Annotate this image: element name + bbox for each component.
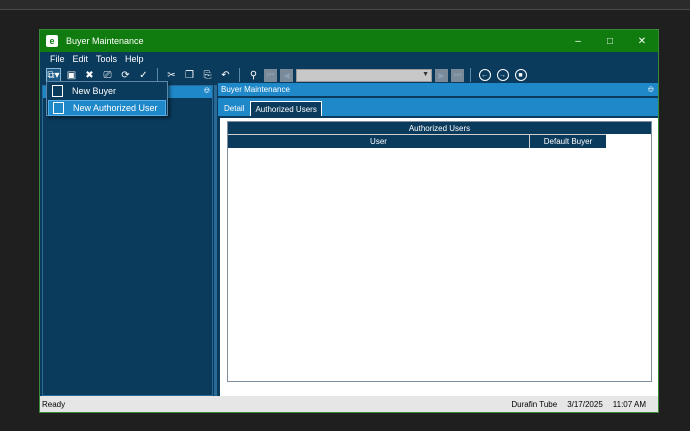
window-controls: – □ ✕ [562,30,658,52]
record-combo[interactable]: ▼ [296,68,432,82]
pin-icon[interactable]: ⎊ [648,85,654,95]
column-header-default-buyer[interactable]: Default Buyer [530,134,606,148]
menu-item-new-authorized-user[interactable]: New Authorized User [48,100,166,116]
status-text: Ready [42,399,66,409]
pin-icon[interactable]: ⎊ [204,86,210,96]
status-date: 3/17/2025 [567,399,603,409]
tab-authorized-users[interactable]: Authorized Users [250,101,322,116]
menu-item-label: New Buyer [72,86,117,96]
menu-bar: File Edit Tools Help [40,52,658,66]
previous-record-icon[interactable]: ◀ [280,68,293,82]
menu-item-new-buyer[interactable]: New Buyer [48,83,166,99]
column-header-user[interactable]: User [228,134,530,148]
maximize-icon[interactable]: □ [594,30,626,52]
minimize-icon[interactable]: – [562,30,594,52]
copy-icon[interactable]: ❐ [182,68,197,83]
toolbar-separator [239,68,240,82]
right-pane-title: Buyer Maintenance [221,85,290,94]
authorized-users-grid[interactable]: Authorized Users User Default Buyer [227,121,652,382]
title-bar[interactable]: e Buyer Maintenance – □ ✕ [40,30,658,52]
grid-column-headers: User Default Buyer [228,134,651,148]
toolbar-separator [470,68,471,82]
status-bar: Ready Durafin Tube 3/17/2025 11:07 AM [40,396,658,412]
close-icon[interactable]: ✕ [626,30,658,52]
next-record-icon[interactable]: ▶ [435,68,448,82]
status-time: 11:07 AM [612,399,646,409]
background-app-strip [0,0,690,10]
menu-item-label: New Authorized User [73,103,158,113]
app-icon: e [46,35,58,47]
first-record-icon[interactable]: ⏮ [264,68,277,82]
menu-edit[interactable]: Edit [73,54,89,64]
tab-strip: Detail Authorized Users [218,98,658,116]
toolbar-separator [157,68,158,82]
menu-tools[interactable]: Tools [96,54,117,64]
status-company: Durafin Tube [511,399,558,409]
menu-file[interactable]: File [50,54,65,64]
last-record-icon[interactable]: ⏭ [451,68,464,82]
right-detail-pane: Buyer Maintenance ⎊ Detail Authorized Us… [218,83,658,396]
search-icon[interactable]: ⚲ [246,68,261,83]
document-icon [52,85,63,97]
menu-help[interactable]: Help [125,54,144,64]
grid-title: Authorized Users [228,122,651,134]
forward-icon[interactable]: → [495,68,510,83]
undo-icon[interactable]: ↶ [218,68,233,83]
tab-content: Authorized Users User Default Buyer [220,118,658,396]
new-dropdown-menu: New Buyer New Authorized User [46,81,168,116]
document-icon [53,102,64,114]
status-info: Durafin Tube 3/17/2025 11:07 AM [511,400,658,409]
paste-icon[interactable]: ⎘ [200,68,215,83]
right-pane-header: Buyer Maintenance ⎊ [218,83,658,96]
tab-detail[interactable]: Detail [220,101,248,116]
chevron-down-icon: ▼ [422,70,429,78]
left-search-pane: ⎊ [42,85,213,396]
stop-icon[interactable]: ■ [513,68,528,83]
pane-splitter[interactable] [214,85,217,396]
back-icon[interactable]: ← [477,68,492,83]
window-title: Buyer Maintenance [66,36,144,46]
